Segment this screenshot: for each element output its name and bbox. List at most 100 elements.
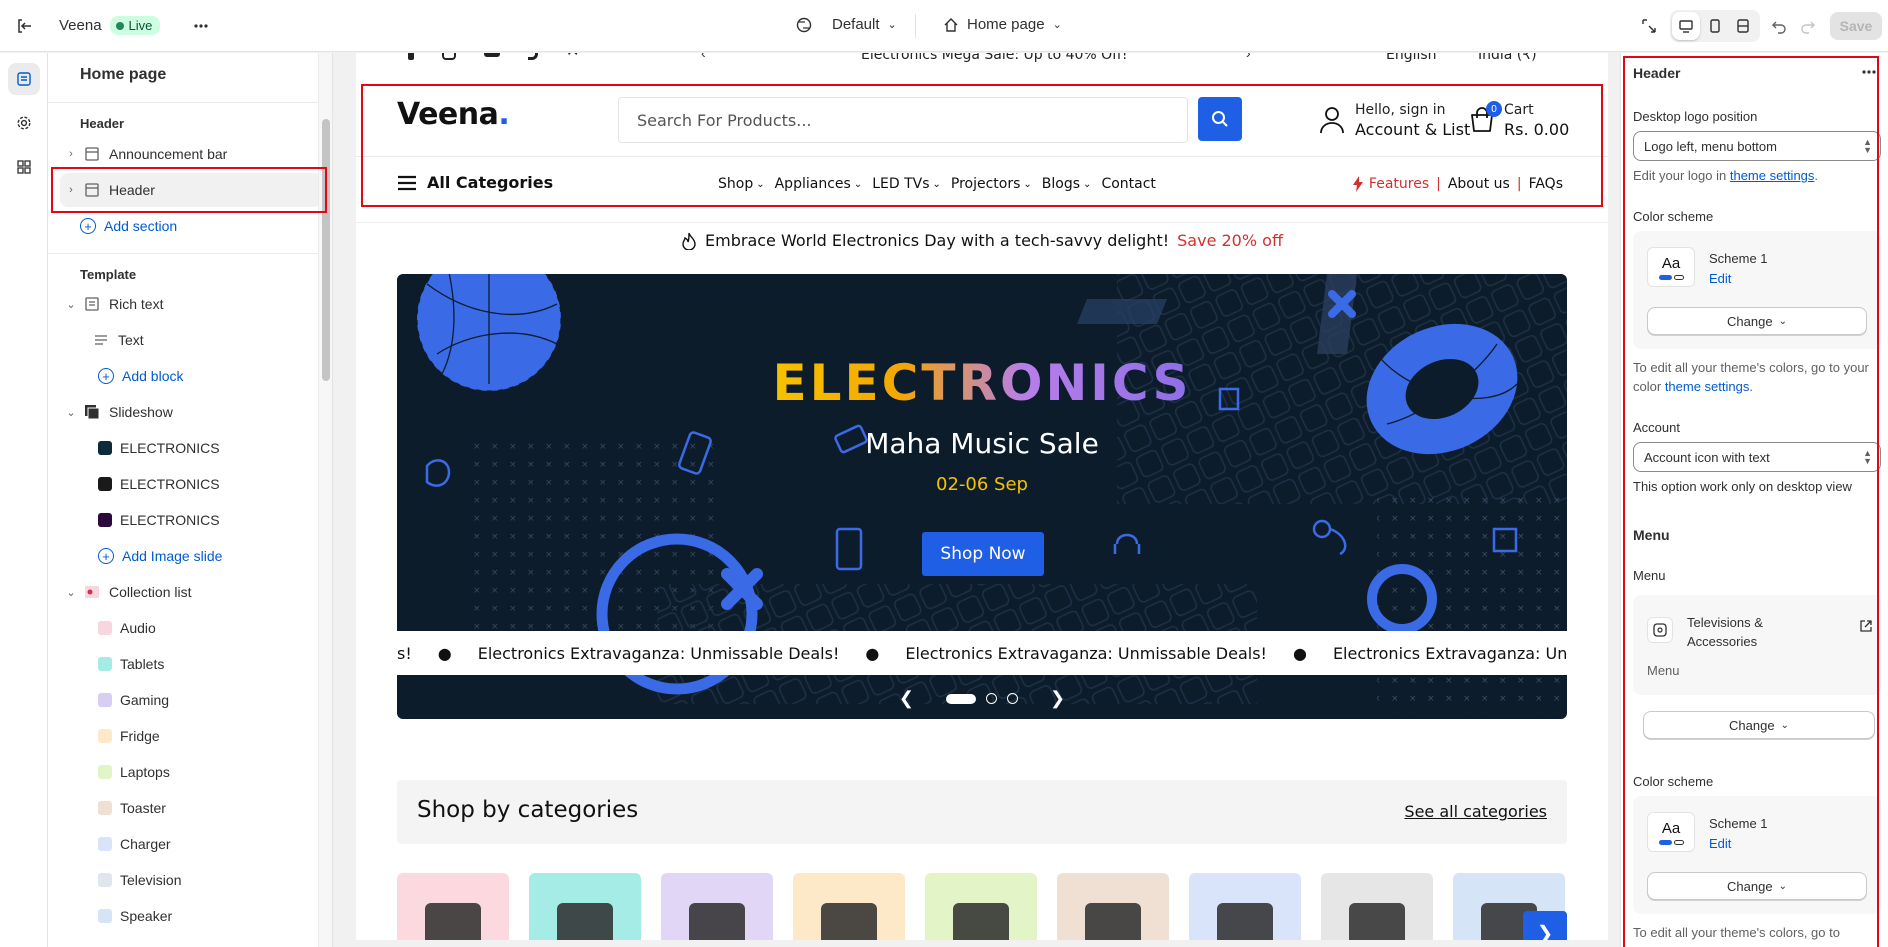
settings-gear-icon[interactable] [8,107,40,139]
shop-now-button[interactable]: Shop Now [922,532,1044,576]
menu-item-appliances[interactable]: Appliances ⌄ [775,176,863,192]
store-name[interactable]: Veena [59,17,102,34]
edit-scheme-link[interactable]: Edit [1709,836,1731,851]
facebook-icon[interactable] [408,53,414,60]
account-select[interactable]: Account icon with text ▲ ▼ [1633,442,1881,472]
section-rich-text[interactable]: ⌄ Rich text [56,287,332,321]
x-twitter-icon[interactable]: ✕ [566,53,579,60]
chevron-down-icon[interactable]: ⌄ [63,586,79,599]
sections-icon[interactable] [8,63,40,95]
save-button[interactable]: Save [1830,12,1882,40]
more-actions-icon[interactable] [1860,63,1878,81]
cart-link[interactable]: 0 Cart Rs. 0.00 [1468,101,1569,139]
category-tile[interactable] [661,873,773,940]
chevron-down-icon[interactable]: ⌄ [63,406,79,419]
section-header[interactable]: › Header [60,173,322,207]
add-block-button[interactable]: + Add block [98,359,332,393]
add-section-button[interactable]: + Add section [80,209,332,243]
collection-item-speaker[interactable]: Speaker [98,899,332,933]
menu-item-projectors[interactable]: Projectors ⌄ [951,176,1032,192]
preview-scrollbar[interactable] [1608,53,1620,947]
external-link-icon[interactable] [1859,619,1873,633]
chevron-right-icon[interactable]: › [1246,53,1251,61]
chevron-left-icon[interactable]: ❮ [899,688,914,709]
slide-dot[interactable] [1007,693,1018,704]
section-collection-list[interactable]: ⌄ Collection list [56,575,332,609]
edit-scheme-link[interactable]: Edit [1709,271,1731,286]
chevron-right-icon[interactable]: ❯ [1523,911,1567,940]
collection-item-charger[interactable]: Charger [98,827,332,861]
desktop-view-icon[interactable] [1672,12,1700,40]
category-tile[interactable] [397,873,509,940]
undo-icon[interactable] [1765,12,1793,40]
apps-icon[interactable] [8,151,40,183]
chevron-right-icon[interactable]: › [63,184,79,196]
collection-label: Toaster [120,800,166,816]
section-slideshow[interactable]: ⌄ Slideshow [56,395,332,429]
collection-item-gaming[interactable]: Gaming [98,683,332,717]
section-announcement-bar[interactable]: › Announcement bar [56,137,332,171]
collection-item-fridge[interactable]: Fridge [98,719,332,753]
theme-settings-link[interactable]: theme settings [1665,379,1750,394]
theme-selector[interactable]: Default ⌄ [796,16,897,33]
mobile-view-icon[interactable] [1701,12,1729,40]
collection-item-television[interactable]: Television [98,863,332,897]
add-image-slide-button[interactable]: + Add Image slide [98,539,332,573]
theme-settings-link[interactable]: theme settings [1730,168,1815,183]
faqs-link[interactable]: FAQs [1529,176,1563,192]
youtube-icon[interactable] [484,53,500,57]
exit-icon[interactable] [10,12,38,40]
see-all-categories-link[interactable]: See all categories [1404,802,1547,821]
instagram-icon[interactable] [442,53,456,60]
account-link[interactable]: Hello, sign in Account & List [1319,101,1470,139]
search-input[interactable]: Search For Products... [618,97,1188,143]
slide-label: ELECTRONICS [120,512,220,528]
colors-help-text: To edit all your theme's colors, go to [1633,925,1840,940]
slide-item[interactable]: ELECTRONICS [98,431,332,465]
tiktok-icon[interactable] [528,53,538,60]
change-scheme-button[interactable]: Change ⌄ [1647,307,1867,335]
features-link[interactable]: Features [1352,176,1429,192]
country-selector[interactable]: India (₹) [1478,53,1537,63]
category-tile[interactable] [793,873,905,940]
collection-item-audio[interactable]: Audio [98,611,332,645]
collection-item-toaster[interactable]: Toaster [98,791,332,825]
all-categories-button[interactable]: All Categories [397,173,553,192]
chevron-right-icon[interactable]: ❯ [1050,688,1065,709]
slide-dot-active[interactable] [946,693,976,704]
more-actions-icon[interactable] [187,12,215,40]
menu-item-led-tvs[interactable]: LED TVs ⌄ [872,176,941,192]
menu-item-blogs[interactable]: Blogs ⌄ [1042,176,1092,192]
chevron-right-icon[interactable]: › [63,148,79,160]
language-selector[interactable]: English [1386,53,1437,63]
page-selector[interactable]: Home page ⌄ [943,16,1062,33]
slide-item[interactable]: ELECTRONICS [98,467,332,501]
chevron-left-icon[interactable]: ‹ [701,53,706,61]
store-logo[interactable]: Veena. [397,97,510,132]
inspector-icon[interactable] [1635,12,1663,40]
block-text[interactable]: Text [88,323,332,357]
about-us-link[interactable]: About us [1448,176,1510,192]
change-scheme-button[interactable]: Change ⌄ [1647,872,1867,900]
collection-item-tablets[interactable]: Tablets [98,647,332,681]
category-tile[interactable] [1189,873,1301,940]
slide-item[interactable]: ELECTRONICS [98,503,332,537]
logo-position-select[interactable]: Logo left, menu bottom ▲ ▼ [1633,131,1881,161]
slide-dot[interactable] [986,693,997,704]
scrollbar[interactable] [318,53,332,947]
menu-item-shop[interactable]: Shop ⌄ [718,176,765,192]
search-button[interactable] [1198,97,1242,141]
menu-picker-card[interactable]: Televisions & Accessories Menu [1633,595,1881,695]
chevron-down-icon[interactable]: ⌄ [63,298,79,311]
fullscreen-view-icon[interactable] [1729,12,1757,40]
redo-icon[interactable] [1794,12,1822,40]
home-icon [944,17,958,32]
change-menu-button[interactable]: Change ⌄ [1643,711,1875,739]
category-tile[interactable] [1057,873,1169,940]
scrollbar-thumb[interactable] [322,119,330,381]
category-tile[interactable] [925,873,1037,940]
category-tile[interactable] [1321,873,1433,940]
menu-item-contact[interactable]: Contact [1101,176,1155,192]
category-tile[interactable] [529,873,641,940]
collection-item-laptops[interactable]: Laptops [98,755,332,789]
